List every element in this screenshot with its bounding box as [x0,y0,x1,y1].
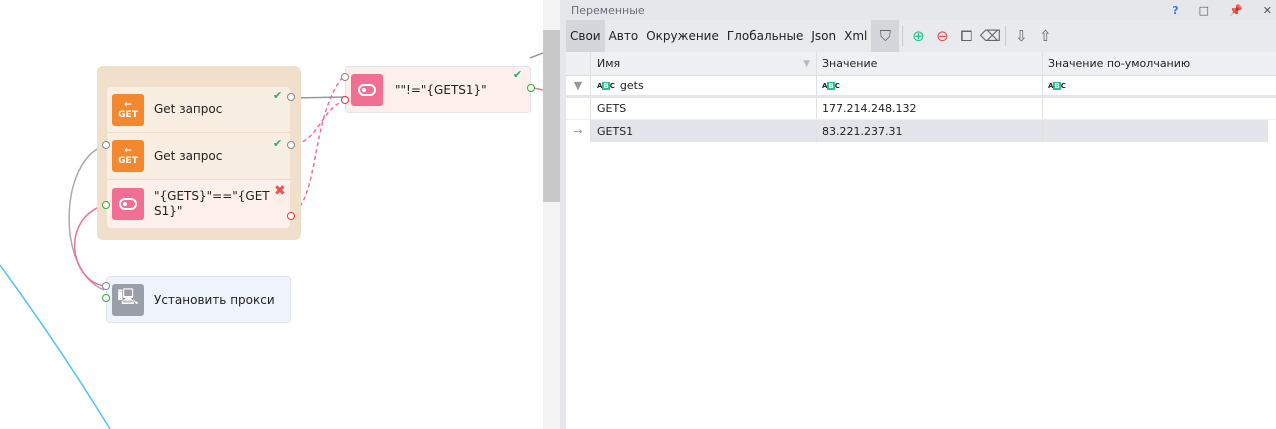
arrow-down-icon[interactable]: ⇩ [1009,20,1033,52]
pin-icon[interactable]: 📌 [1229,4,1243,17]
close-icon[interactable]: ✕ [1263,4,1272,17]
cell-name[interactable]: GETS1 [590,120,816,142]
maximize-icon[interactable]: □ [1199,4,1209,17]
get-request-node[interactable]: ← GET Get запрос [107,133,290,180]
help-icon[interactable]: ? [1172,4,1178,17]
arrow-up-icon[interactable]: ⇧ [1033,20,1057,52]
get-request-icon: ← GET [112,140,144,172]
success-check-icon: ✔ [273,137,283,150]
column-name[interactable]: Имя ▼ [590,52,816,75]
condition-toggle-icon [351,73,383,106]
default-filter-input[interactable]: ABC [1042,76,1268,95]
project-canvas[interactable]: ← GET Get запрос ← GET Get запрос "{GETS}"… [0,0,543,429]
text-type-icon: ABC [1048,81,1066,90]
column-default[interactable]: Значение по-умолчанию [1042,52,1268,75]
column-value[interactable]: Значение [816,52,1042,75]
frame-icon[interactable]: ⧠ [954,20,978,52]
add-variable-icon[interactable]: ⊕ [906,20,930,52]
variables-table: Имя ▼ Значение Значение по-умолчанию ▼ AB… [566,52,1276,142]
success-port[interactable] [102,294,110,302]
condition-toggle-icon [112,188,144,220]
divider [902,26,904,46]
success-port[interactable] [527,84,535,92]
text-type-icon: ABC [597,81,615,90]
port[interactable] [102,141,110,149]
success-port[interactable] [102,201,110,209]
current-row-arrow-icon: → [573,124,583,138]
filter-icon[interactable]: ⛉ [871,20,900,52]
get-request-node[interactable]: ← GET Get запрос [107,87,290,133]
cell-name[interactable]: GETS [590,98,816,119]
node-label: ""!="{GETS1}" [395,82,487,97]
tab-auto[interactable]: Авто [605,20,643,52]
get-request-icon: ← GET [112,93,144,126]
filter-row-icon: ▼ [573,79,583,92]
monitor-network-icon: 🖳 [112,283,144,316]
node-label: Установить прокси [154,292,275,307]
node-label: Get запрос [154,102,223,116]
port[interactable] [287,141,295,149]
cell-value[interactable]: 83.221.237.31 [816,120,1042,142]
table-row[interactable]: GETS 177.214.248.132 [566,98,1276,120]
canvas-scrollbar[interactable] [543,0,560,429]
tab-own[interactable]: Свои [566,20,605,52]
cell-default[interactable] [1042,120,1268,142]
condition-node[interactable]: "{GETS}"=="{GETS1}" [107,180,290,228]
tab-global[interactable]: Глобальные [723,20,808,52]
error-x-icon: ✖ [274,183,286,199]
condition-node[interactable]: ""!="{GETS1}" [345,66,531,113]
variables-toolbar: Свои Авто Окружение Глобальные Json Xml … [566,20,1276,52]
error-port[interactable] [287,212,295,220]
success-check-icon: ✔ [513,68,523,81]
tab-json[interactable]: Json [807,20,840,52]
table-row[interactable]: → GETS1 83.221.237.31 [566,120,1276,142]
node-label: Get запрос [154,148,223,163]
tab-xml[interactable]: Xml [840,20,871,52]
remove-variable-icon[interactable]: ⊖ [930,20,954,52]
table-header: Имя ▼ Значение Значение по-умолчанию [566,52,1276,76]
panel-title: Переменные [571,3,645,17]
column-filter-icon[interactable]: ▼ [803,59,810,69]
value-filter-input[interactable]: ABC [816,76,1042,95]
node-label: "{GETS}"=="{GETS1}" [154,189,270,218]
text-type-icon: ABC [822,81,840,90]
scrollbar-thumb[interactable] [543,30,560,202]
error-port[interactable] [341,96,349,104]
set-proxy-node[interactable]: 🖳 Установить прокси [106,276,291,323]
port[interactable] [287,93,295,101]
divider [1005,26,1007,46]
filter-row: ▼ ABC gets ABC ABC [566,76,1276,98]
eraser-icon[interactable]: ⌫ [978,20,1002,52]
port[interactable] [341,73,349,81]
variables-panel: Переменные ? □ 📌 ✕ Свои Авто Окружение Г… [560,0,1276,429]
tab-environment[interactable]: Окружение [642,20,723,52]
port[interactable] [102,282,110,290]
name-filter-input[interactable]: ABC gets [590,76,816,95]
panel-titlebar: Переменные ? □ 📌 ✕ [566,0,1276,20]
cell-value[interactable]: 177.214.248.132 [816,98,1042,119]
cell-default[interactable] [1042,98,1268,119]
success-check-icon: ✔ [273,89,283,102]
